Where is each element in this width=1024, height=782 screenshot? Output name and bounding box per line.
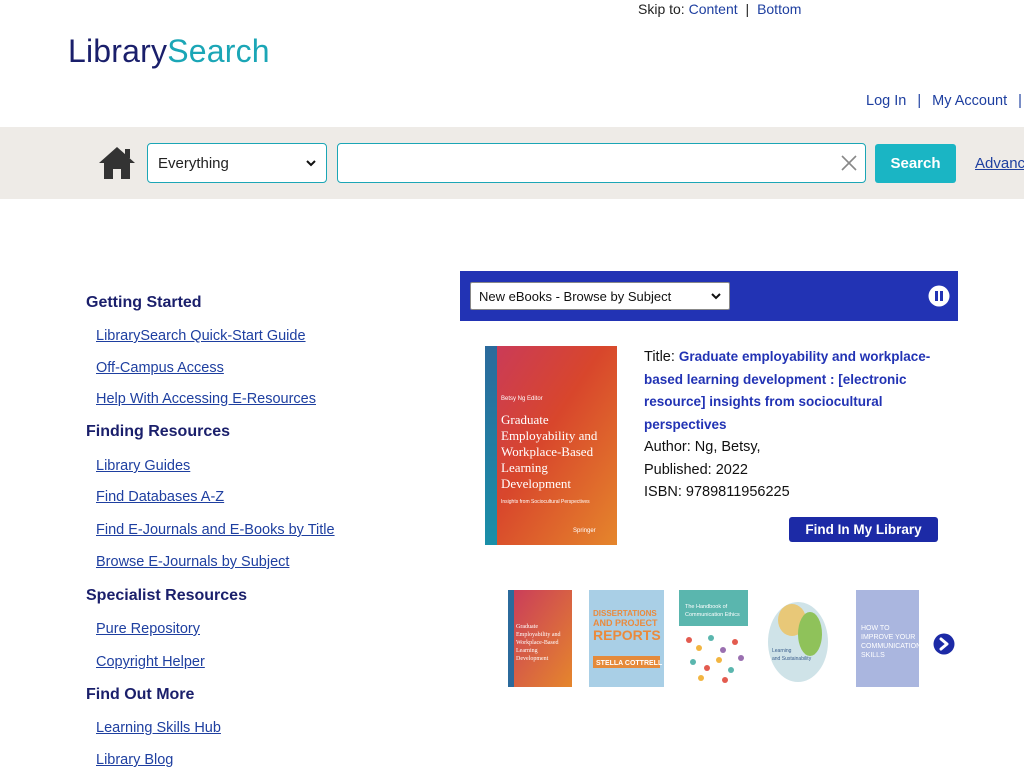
- cover-title-1: Graduate: [501, 412, 549, 427]
- book-author: Author: Ng, Betsy,: [644, 439, 761, 455]
- book-title: Title: Graduate employability and workpl…: [644, 346, 934, 436]
- cover-title-2: Employability and: [501, 428, 598, 443]
- nav-link-blog[interactable]: Library Blog: [96, 752, 173, 768]
- nav-link-browse-ejournals[interactable]: Browse E-Journals by Subject: [96, 554, 289, 570]
- book-thumbnail-1[interactable]: Graduate Employability and Workplace-Bas…: [508, 590, 572, 687]
- search-button[interactable]: Search: [875, 144, 956, 183]
- cover-title-4: Learning: [501, 460, 548, 475]
- skip-links: Skip to: Content | Bottom: [638, 1, 801, 17]
- featured-book-cover[interactable]: Betsy Ng Editor Graduate Employability a…: [485, 346, 617, 545]
- logo-part-library: Library: [68, 33, 168, 69]
- nav-link-quick-start[interactable]: LibrarySearch Quick-Start Guide: [96, 328, 306, 344]
- svg-text:DISSERTATIONS: DISSERTATIONS: [593, 609, 657, 618]
- featured-book-info: Title: Graduate employability and workpl…: [644, 346, 934, 504]
- my-account-link[interactable]: My Account: [932, 93, 1007, 109]
- nav-link-copyright[interactable]: Copyright Helper: [96, 654, 205, 670]
- skip-to-content-link[interactable]: Content: [689, 1, 738, 17]
- home-icon[interactable]: [98, 146, 136, 180]
- next-arrow-icon[interactable]: [933, 633, 955, 655]
- ebook-category-select[interactable]: New eBooks - Browse by Subject: [470, 282, 730, 310]
- nav-link-help-eresources[interactable]: Help With Accessing E-Resources: [96, 391, 316, 407]
- svg-text:Learning: Learning: [516, 648, 538, 654]
- svg-text:Graduate: Graduate: [516, 624, 538, 630]
- book-thumbnail-2[interactable]: DISSERTATIONS AND PROJECT REPORTS STELLA…: [589, 590, 664, 687]
- nav-link-ejournals-title[interactable]: Find E-Journals and E-Books by Title: [96, 522, 335, 538]
- book-isbn: ISBN: 9789811956225: [644, 484, 790, 500]
- svg-text:STELLA COTTRELL: STELLA COTTRELL: [596, 660, 663, 667]
- nav-link-pure[interactable]: Pure Repository: [96, 621, 200, 637]
- search-scope-select[interactable]: Everything: [147, 143, 327, 183]
- svg-text:COMMUNICATION: COMMUNICATION: [861, 643, 919, 650]
- cover-title-3: Workplace-Based: [501, 444, 594, 459]
- nav-heading-specialist: Specialist Resources: [86, 587, 247, 604]
- find-in-library-button[interactable]: Find In My Library: [789, 517, 938, 542]
- book-thumbnail-4[interactable]: Learning and Sustainability: [766, 590, 831, 687]
- nav-link-library-guides[interactable]: Library Guides: [96, 458, 190, 474]
- chevron-down-icon: [306, 160, 316, 167]
- nav-link-learning-skills[interactable]: Learning Skills Hub: [96, 720, 221, 736]
- nav-heading-getting-started: Getting Started: [86, 294, 202, 311]
- svg-text:Learning: Learning: [772, 648, 792, 654]
- nav-link-databases[interactable]: Find Databases A-Z: [96, 489, 224, 505]
- book-thumbnail-5[interactable]: HOW TO IMPROVE YOUR COMMUNICATION SKILLS: [856, 590, 919, 687]
- cover-publisher: Springer: [573, 528, 596, 534]
- svg-text:REPORTS: REPORTS: [593, 627, 661, 643]
- search-scope-value: Everything: [158, 154, 229, 172]
- ebook-category-value: New eBooks - Browse by Subject: [479, 288, 672, 304]
- logo-part-search: Search: [167, 33, 270, 69]
- nav-heading-finding-resources: Finding Resources: [86, 423, 231, 440]
- book-title-label: Title:: [644, 349, 675, 365]
- nav-heading-find-out-more: Find Out More: [86, 686, 195, 703]
- book-title-value[interactable]: Graduate employability and workplace-bas…: [644, 349, 930, 432]
- pause-icon[interactable]: [928, 285, 950, 307]
- svg-text:and Sustainability: and Sustainability: [772, 656, 812, 662]
- skip-separator: |: [745, 1, 750, 17]
- site-logo[interactable]: LibrarySearch: [68, 33, 270, 70]
- book-thumbnail-3[interactable]: The Handbook of Communication Ethics: [679, 590, 748, 687]
- skip-to-bottom-link[interactable]: Bottom: [757, 1, 801, 17]
- svg-text:The Handbook of: The Handbook of: [685, 604, 728, 610]
- account-separator-2: |: [1018, 93, 1022, 109]
- cover-editor: Betsy Ng Editor: [501, 396, 543, 402]
- book-published: Published: 2022: [644, 461, 748, 478]
- svg-text:Communication Ethics: Communication Ethics: [685, 612, 740, 618]
- chevron-down-icon: [711, 293, 721, 300]
- skip-label: Skip to:: [638, 1, 685, 17]
- cover-title-5: Development: [501, 476, 571, 491]
- account-links: Log In | My Account |: [866, 93, 1024, 109]
- svg-text:HOW TO: HOW TO: [861, 625, 890, 632]
- svg-text:Workplace-Based: Workplace-Based: [516, 640, 559, 646]
- nav-link-off-campus[interactable]: Off-Campus Access: [96, 360, 224, 376]
- advanced-search-link[interactable]: Advanced: [975, 155, 1024, 172]
- cover-subtitle: Insights from Sociocultural Perspectives: [501, 499, 590, 505]
- svg-text:IMPROVE YOUR: IMPROVE YOUR: [861, 634, 915, 641]
- svg-text:SKILLS: SKILLS: [861, 652, 885, 659]
- account-separator: |: [917, 93, 922, 109]
- clear-icon[interactable]: [840, 154, 858, 172]
- login-link[interactable]: Log In: [866, 93, 906, 109]
- search-input[interactable]: [337, 143, 866, 183]
- svg-text:Employability and: Employability and: [516, 632, 561, 638]
- svg-text:Development: Development: [516, 656, 549, 662]
